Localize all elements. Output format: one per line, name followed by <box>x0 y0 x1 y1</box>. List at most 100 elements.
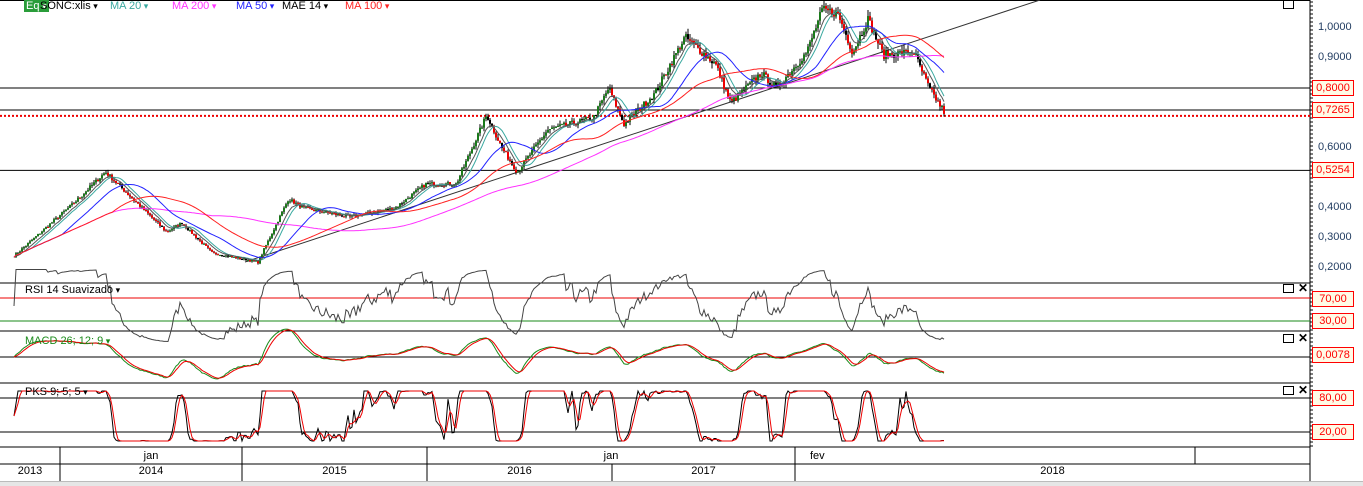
candle <box>517 171 519 173</box>
candle <box>475 140 477 147</box>
candle <box>161 225 163 227</box>
candle <box>93 182 95 186</box>
candle <box>617 106 619 109</box>
candle <box>547 129 549 133</box>
legend-item[interactable]: MA 20 <box>110 0 148 12</box>
candle <box>315 209 317 211</box>
candle <box>465 161 467 167</box>
candle <box>403 202 405 204</box>
chart-canvas[interactable] <box>0 0 1363 485</box>
candle <box>297 202 299 204</box>
close-panel-button[interactable]: ✕ <box>1298 383 1308 397</box>
candle <box>61 212 63 216</box>
maximize-panel-button[interactable] <box>1283 284 1294 293</box>
candle <box>405 198 407 203</box>
candle <box>565 122 567 126</box>
candle <box>57 217 59 219</box>
candle <box>563 122 565 125</box>
candle <box>195 234 197 238</box>
candle <box>283 207 285 212</box>
candle <box>53 219 55 223</box>
candle <box>503 147 505 152</box>
candle <box>499 140 501 143</box>
candle <box>551 127 553 129</box>
macd-level: 0,0078 <box>1312 347 1354 363</box>
candle <box>55 217 57 220</box>
candle <box>543 135 545 139</box>
candle <box>755 77 757 81</box>
ma200-line <box>13 55 945 258</box>
candle <box>829 8 831 11</box>
candle <box>717 64 719 69</box>
candle <box>857 43 859 47</box>
candle <box>527 155 529 159</box>
legend-item[interactable]: MA 50 <box>236 0 274 12</box>
candle <box>169 230 171 232</box>
price-tick: 0,6000 <box>1318 141 1352 153</box>
price-level-badge: 0,5254 <box>1312 162 1354 179</box>
candle <box>411 193 413 199</box>
candle <box>35 236 37 238</box>
candle <box>509 159 511 162</box>
close-panel-button[interactable]: ✕ <box>1298 281 1308 295</box>
candle <box>645 101 647 106</box>
candle <box>247 260 249 262</box>
candle <box>805 53 807 55</box>
candle <box>825 5 827 9</box>
candle <box>305 206 307 208</box>
candle <box>713 61 715 64</box>
candle <box>209 247 211 250</box>
candle <box>25 245 27 248</box>
candle <box>51 222 53 224</box>
symbol-legend[interactable]: SONC:xlis <box>40 0 98 12</box>
maximize-panel-button[interactable] <box>1283 386 1294 395</box>
candle <box>689 39 691 41</box>
legend-item[interactable]: MA 100 <box>345 0 389 12</box>
candle <box>47 227 49 229</box>
candle <box>833 15 835 17</box>
candle <box>159 222 161 226</box>
candle <box>189 229 191 231</box>
candle <box>21 248 23 252</box>
rsi-legend[interactable]: RSI 14 Suavizado <box>25 284 120 296</box>
candle <box>847 34 849 44</box>
candle <box>539 140 541 143</box>
candle <box>861 35 863 37</box>
candle <box>827 8 829 11</box>
candle <box>193 233 195 235</box>
candle <box>935 94 937 101</box>
legend-item[interactable]: MAE 14 <box>282 0 328 12</box>
candle <box>813 30 815 39</box>
close-panel-button[interactable]: ✕ <box>1298 331 1308 345</box>
candle <box>899 51 901 53</box>
candle <box>31 239 33 242</box>
candle <box>507 151 509 160</box>
candle <box>679 48 681 50</box>
candle <box>681 43 683 50</box>
macd-legend[interactable]: MACD 26; 12; 9 <box>25 335 110 347</box>
candle <box>71 203 73 206</box>
candle <box>885 50 887 59</box>
legend-item[interactable]: MA 200 <box>172 0 216 12</box>
candle <box>919 59 921 66</box>
candle <box>761 76 763 78</box>
candle <box>113 180 115 182</box>
candle <box>81 196 83 198</box>
candle <box>765 72 767 75</box>
candle <box>281 211 283 216</box>
candle <box>865 27 867 32</box>
maximize-panel-button[interactable] <box>1283 334 1294 343</box>
candle <box>219 255 221 257</box>
candle <box>483 118 485 128</box>
candle <box>421 185 423 188</box>
candle <box>215 252 217 255</box>
candle <box>217 254 219 256</box>
year-label: 2018 <box>1040 465 1065 477</box>
pks-legend[interactable]: PKS 9; 5; 5 <box>25 386 88 398</box>
maximize-panel-button[interactable] <box>1283 0 1294 9</box>
candle <box>605 93 607 96</box>
candle <box>809 41 811 47</box>
candle <box>123 188 125 192</box>
candle <box>747 83 749 86</box>
candle <box>687 34 689 40</box>
